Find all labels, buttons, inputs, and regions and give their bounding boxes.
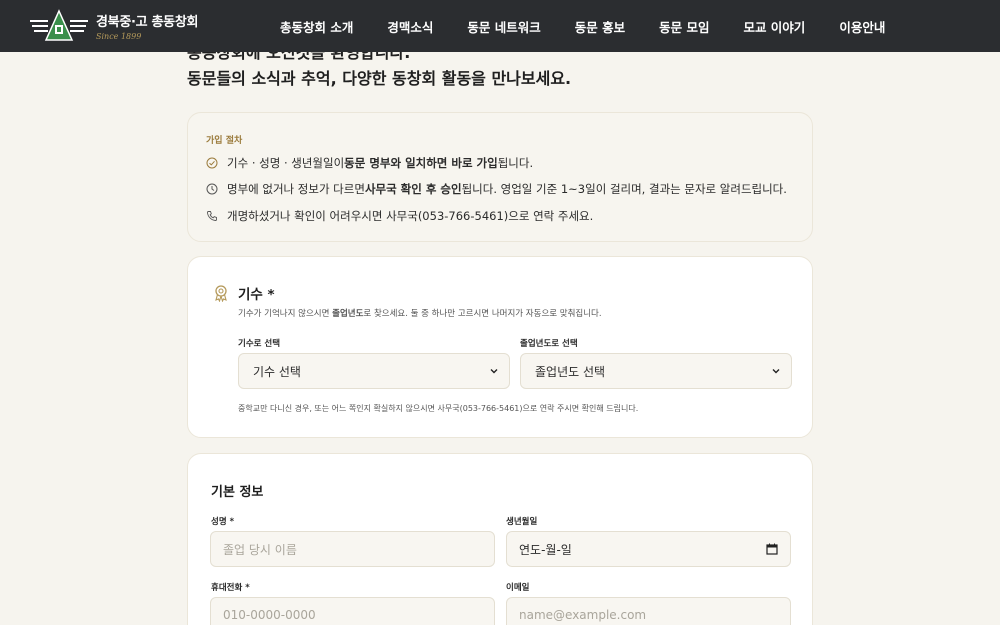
phone-icon [207, 211, 217, 221]
chevron-down-icon [490, 369, 498, 374]
check-circle-icon [206, 157, 218, 169]
generation-desc-post: 로 찾으세요. 둘 중 하나만 고르시면 나머지가 자동으로 맞춰집니다. [363, 309, 602, 319]
name-input[interactable]: 졸업 당시 이름 [210, 531, 495, 567]
generation-select[interactable]: 기수 선택 [238, 353, 510, 389]
procedure-row-3: 개명하셨거나 확인이 어려우시면 사무국(053-766-5461)으로 연락 … [206, 208, 593, 224]
generation-title: 기수 * [238, 287, 275, 303]
email-input[interactable]: name@example.com [506, 597, 791, 625]
procedure-row-1: 기수 · 성명 · 생년월일이 동문 명부와 일치하면 바로 가입 됩니다. [206, 155, 533, 171]
main-nav: 총동창회 소개 경맥소식 동문 네트워크 동문 홍보 동문 모임 모교 이야기 … [280, 17, 885, 36]
email-label: 이메일 [506, 583, 530, 593]
procedure-row-1-post: 됩니다. [497, 156, 534, 170]
generation-select-value: 기수 선택 [253, 364, 301, 379]
generation-description: 기수가 기억나지 않으시면 졸업년도로 찾으세요. 둘 중 하나만 고르시면 나… [238, 307, 602, 319]
nav-item-meetings[interactable]: 동문 모임 [659, 17, 709, 36]
by-year-label: 졸업년도로 선택 [520, 339, 578, 349]
procedure-row-2-pre: 명부에 없거나 정보가 다르면 [227, 182, 365, 196]
logo-title: 경북중·고 총동창회 [96, 15, 199, 30]
procedure-row-1-bold: 동문 명부와 일치하면 바로 가입 [344, 156, 498, 170]
logo-since: Since 1899 [96, 32, 142, 41]
site-logo[interactable]: 경북중·고 총동창회 Since 1899 [30, 9, 270, 43]
birthdate-label: 생년월일 [506, 517, 538, 527]
signup-procedure-card: 가입 절차 기수 · 성명 · 생년월일이 동문 명부와 일치하면 바로 가입 됩… [187, 112, 813, 242]
phone-input[interactable]: 010-0000-0000 [210, 597, 495, 625]
nav-item-network[interactable]: 동문 네트워크 [467, 17, 540, 36]
email-placeholder: name@example.com [519, 608, 647, 622]
nav-item-about[interactable]: 총동창회 소개 [280, 17, 353, 36]
chevron-down-icon [772, 369, 780, 374]
welcome-line-2: 동문들의 소식과 추억, 다양한 동창회 활동을 만나보세요. [187, 69, 572, 88]
birthdate-input[interactable]: 연도-월-일 [506, 531, 791, 567]
nav-item-promotion[interactable]: 동문 홍보 [575, 17, 625, 36]
procedure-row-2-post: 됩니다. 영업일 기준 1~3일이 걸리며, 결과는 문자로 알려드립니다. [461, 182, 787, 196]
name-label: 성명 * [211, 517, 235, 527]
procedure-row-2-bold: 사무국 확인 후 승인 [364, 182, 462, 196]
generation-card: 기수 * 기수가 기억나지 않으시면 졸업년도로 찾으세요. 둘 중 하나만 고… [187, 256, 813, 438]
generation-desc-pre: 기수가 기억나지 않으시면 [238, 309, 333, 319]
graduation-year-select-value: 졸업년도 선택 [535, 364, 606, 379]
name-placeholder: 졸업 당시 이름 [223, 542, 297, 557]
by-generation-label: 기수로 선택 [238, 339, 281, 349]
basic-info-card: 기본 정보 성명 * 졸업 당시 이름 생년월일 연도-월-일 휴대전화 * 0… [187, 453, 813, 625]
calendar-icon[interactable] [766, 543, 778, 555]
birthdate-value: 연도-월-일 [519, 542, 572, 557]
clock-icon [206, 183, 218, 195]
graduation-year-select[interactable]: 졸업년도 선택 [520, 353, 792, 389]
basic-info-title: 기본 정보 [211, 485, 264, 500]
procedure-label: 가입 절차 [206, 136, 243, 146]
nav-item-guide[interactable]: 이용안내 [839, 17, 885, 36]
procedure-row-1-pre: 기수 · 성명 · 생년월일이 [227, 156, 345, 170]
nav-item-school-story[interactable]: 모교 이야기 [743, 17, 805, 36]
top-navigation-bar: 경북중·고 총동창회 Since 1899 총동창회 소개 경맥소식 동문 네트… [0, 0, 1000, 52]
generation-desc-bold: 졸업년도 [332, 309, 364, 319]
procedure-row-2: 명부에 없거나 정보가 다르면 사무국 확인 후 승인 됩니다. 영업일 기준 1… [206, 181, 787, 197]
phone-placeholder: 010-0000-0000 [223, 608, 316, 622]
nav-item-news[interactable]: 경맥소식 [387, 17, 433, 36]
school-emblem-icon [30, 9, 88, 41]
phone-label: 휴대전화 * [211, 583, 250, 593]
generation-note: 중학교만 다니신 경우, 또는 어느 쪽인지 확실하지 않으시면 사무국(053… [238, 404, 639, 413]
procedure-row-3-text: 개명하셨거나 확인이 어려우시면 사무국(053-766-5461)으로 연락 … [227, 209, 594, 223]
medal-icon [215, 285, 227, 302]
